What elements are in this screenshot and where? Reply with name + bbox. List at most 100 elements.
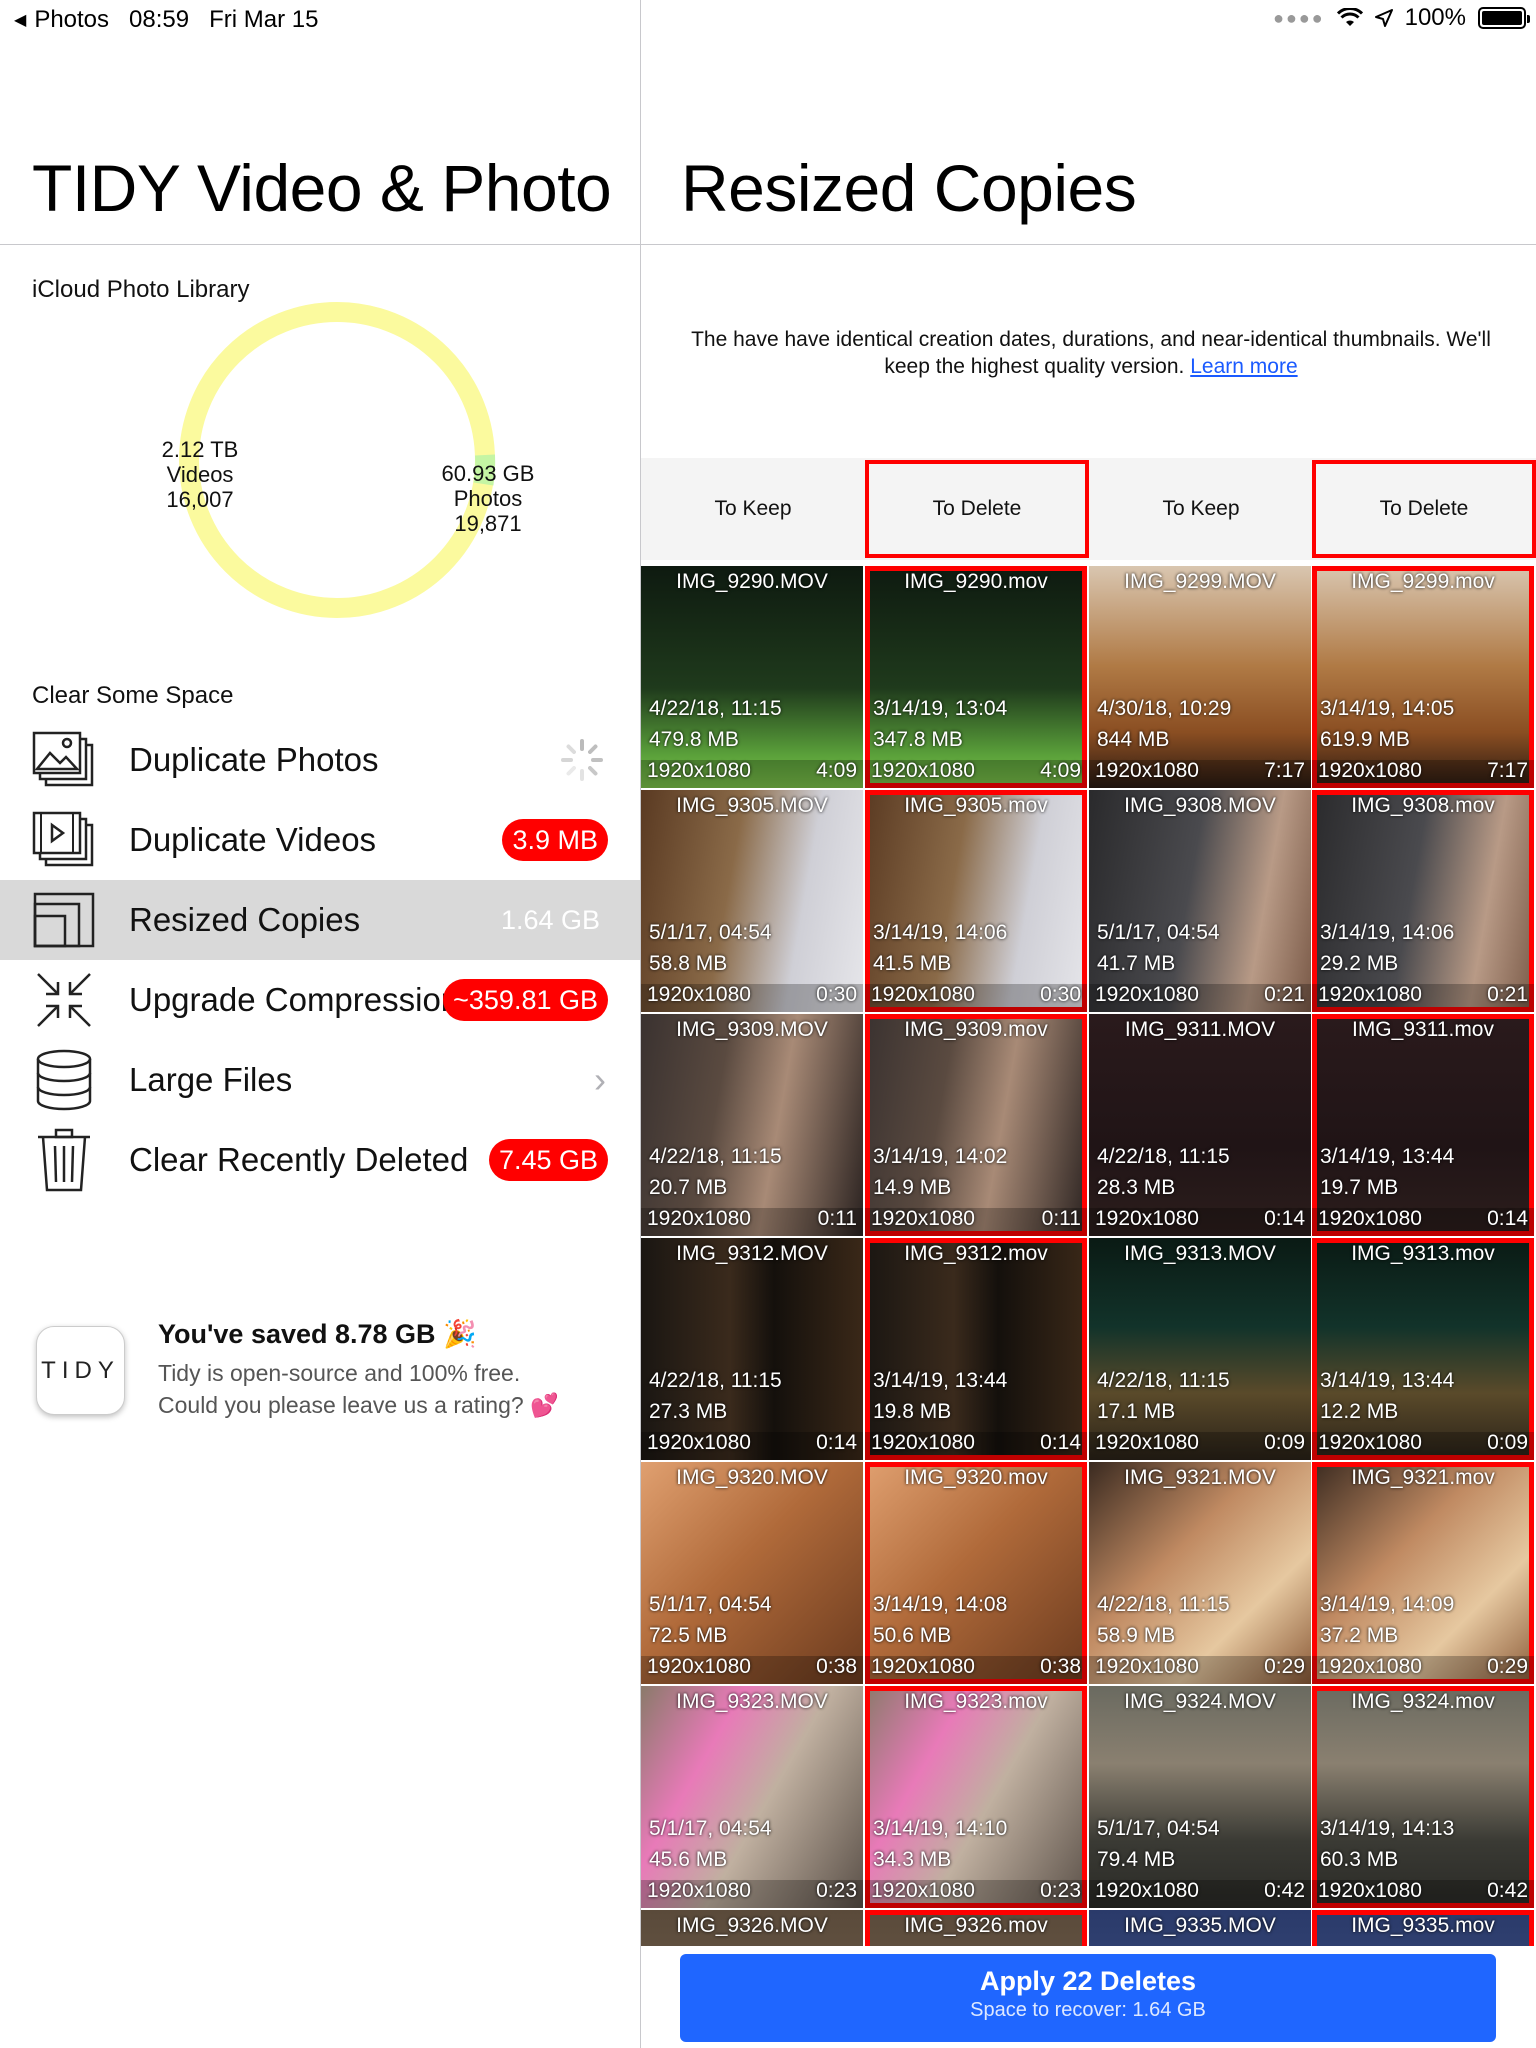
menu-duplicate-videos[interactable]: Duplicate Videos 3.9 MB <box>0 800 640 880</box>
video-thumbnail[interactable]: IMG_9311.MOV 4/22/18, 11:15 28.3 MB 1920x10… <box>1089 1014 1311 1236</box>
video-thumbnail[interactable]: IMG_9324.MOV 5/1/17, 04:54 79.4 MB 1920x108… <box>1089 1686 1311 1908</box>
video-thumbnail[interactable]: IMG_9305.mov 3/14/19, 14:06 41.5 MB 1920x10… <box>865 790 1087 1012</box>
photo-stack-icon <box>30 726 98 794</box>
video-thumbnail[interactable]: IMG_9335.mov <box>1312 1910 1534 1946</box>
saved-title[interactable]: You've saved 8.78 GB 🎉 <box>158 1318 477 1350</box>
thumbnail-resolution: 1920x1080 <box>647 983 751 1006</box>
photos-count: 19,871 <box>454 511 522 536</box>
thumbnail-resolution: 1920x1080 <box>1318 1207 1422 1230</box>
menu-duplicate-photos[interactable]: Duplicate Photos <box>0 720 640 800</box>
thumbnail-duration: 0:30 <box>816 983 857 1006</box>
learn-more-link[interactable]: Learn more <box>1190 355 1297 378</box>
thumbnail-duration: 0:09 <box>1264 1431 1305 1454</box>
thumbnail-filename: IMG_9326.MOV <box>676 1914 828 1937</box>
video-thumbnail[interactable]: IMG_9299.mov 3/14/19, 14:05 619.9 MB 1920x1… <box>1312 566 1534 788</box>
thumbnail-filename: IMG_9320.mov <box>904 1466 1048 1489</box>
menu-upgrade-compression[interactable]: Upgrade Compression ~359.81 GB <box>0 960 640 1040</box>
video-thumbnail[interactable]: IMG_9290.mov 3/14/19, 13:04 347.8 MB 1920x1… <box>865 566 1087 788</box>
video-thumbnail[interactable]: IMG_9321.MOV 4/22/18, 11:15 58.9 MB 1920x10… <box>1089 1462 1311 1684</box>
menu-upgrade-compression-label: Upgrade Compression <box>129 981 460 1018</box>
video-thumbnail[interactable]: IMG_9290.MOV 4/22/18, 11:15 479.8 MB 1920x1… <box>641 566 863 788</box>
apply-deletes-label: Apply 22 Deletes <box>979 1966 1197 1996</box>
thumbnail-filename: IMG_9299.MOV <box>1124 570 1276 593</box>
thumbnail-duration: 0:14 <box>816 1431 857 1454</box>
thumbnail-resolution: 1920x1080 <box>1318 983 1422 1006</box>
database-icon <box>30 1046 98 1114</box>
space-to-recover-prefix: Space to recover: <box>970 1999 1127 2021</box>
video-thumbnail[interactable]: IMG_9326.mov <box>865 1910 1087 1946</box>
thumbnail-date: 3/14/19, 14:10 <box>873 1817 1008 1840</box>
thumbnail-size: 58.8 MB <box>649 952 728 975</box>
menu-duplicate-videos-label: Duplicate Videos <box>129 821 377 858</box>
thumbnail-duration: 0:29 <box>1487 1655 1528 1678</box>
thumbnail-resolution: 1920x1080 <box>1095 1207 1199 1230</box>
thumbnail-date: 3/14/19, 14:06 <box>1320 921 1455 944</box>
thumbnail-date: 4/22/18, 11:15 <box>1097 1369 1230 1392</box>
thumbnail-grid[interactable]: IMG_9290.MOV 4/22/18, 11:15 479.8 MB 1920x1… <box>641 566 1536 1946</box>
thumbnail-filename: IMG_9311.MOV <box>1124 1018 1276 1041</box>
app-title: TIDY Video & Photo <box>32 151 612 225</box>
videos-count: 16,007 <box>166 487 234 512</box>
page-title: Resized Copies <box>681 151 1137 225</box>
thumbnail-duration: 0:38 <box>816 1655 857 1678</box>
video-thumbnail[interactable]: IMG_9320.MOV 5/1/17, 04:54 72.5 MB 1920x108… <box>641 1462 863 1684</box>
video-thumbnail[interactable]: IMG_9299.MOV 4/30/18, 10:29 844 MB 1920x108… <box>1089 566 1311 788</box>
video-thumbnail[interactable]: IMG_9313.mov 3/14/19, 13:44 12.2 MB 1920x10… <box>1312 1238 1534 1460</box>
video-thumbnail[interactable]: IMG_9323.MOV 5/1/17, 04:54 45.6 MB 1920x108… <box>641 1686 863 1908</box>
thumbnail-resolution: 1920x1080 <box>1318 1879 1422 1902</box>
menu-clear-recently-deleted[interactable]: Clear Recently Deleted 7.45 GB <box>0 1120 640 1200</box>
tidy-logo[interactable]: TIDY <box>36 1326 125 1415</box>
thumbnail-date: 5/1/17, 04:54 <box>649 1593 772 1616</box>
thumbnail-resolution: 1920x1080 <box>871 983 975 1006</box>
photos-legend: 60.93 GB Photos 19,871 <box>418 461 558 536</box>
video-thumbnail[interactable]: IMG_9305.MOV 5/1/17, 04:54 58.8 MB 1920x108… <box>641 790 863 1012</box>
thumbnail-duration: 0:42 <box>1264 1879 1305 1902</box>
thumbnail-size: 12.2 MB <box>1320 1400 1399 1423</box>
thumbnail-resolution: 1920x1080 <box>1095 1879 1199 1902</box>
thumbnail-resolution: 1920x1080 <box>871 1207 975 1230</box>
thumbnail-date: 3/14/19, 13:44 <box>1320 1369 1455 1392</box>
videos-label: Videos <box>166 462 234 487</box>
video-thumbnail[interactable]: IMG_9312.MOV 4/22/18, 11:15 27.3 MB 1920x10… <box>641 1238 863 1460</box>
menu-large-files[interactable]: Large Files › <box>0 1040 640 1120</box>
thumbnail-size: 41.5 MB <box>873 952 952 975</box>
video-thumbnail[interactable]: IMG_9309.mov 3/14/19, 14:02 14.9 MB 1920x10… <box>865 1014 1087 1236</box>
thumbnail-filename: IMG_9324.MOV <box>1124 1690 1276 1713</box>
video-thumbnail[interactable]: IMG_9326.MOV <box>641 1910 863 1946</box>
thumbnail-filename: IMG_9324.mov <box>1351 1690 1495 1713</box>
video-thumbnail[interactable]: IMG_9320.mov 3/14/19, 14:08 50.6 MB 1920x10… <box>865 1462 1087 1684</box>
thumbnail-size: 17.1 MB <box>1097 1400 1176 1423</box>
thumbnail-date: 5/1/17, 04:54 <box>1097 1817 1220 1840</box>
video-thumbnail[interactable]: IMG_9311.mov 3/14/19, 13:44 19.7 MB 1920x10… <box>1312 1014 1534 1236</box>
thumbnail-filename: IMG_9299.mov <box>1351 570 1495 593</box>
video-thumbnail[interactable]: IMG_9308.MOV 5/1/17, 04:54 41.7 MB 1920x108… <box>1089 790 1311 1012</box>
video-thumbnail[interactable]: IMG_9335.MOV <box>1089 1910 1311 1946</box>
thumbnail-duration: 0:23 <box>1040 1879 1081 1902</box>
video-thumbnail[interactable]: IMG_9321.mov 3/14/19, 14:09 37.2 MB 1920x10… <box>1312 1462 1534 1684</box>
thumbnail-duration: 0:14 <box>1040 1431 1081 1454</box>
thumbnail-filename: IMG_9313.mov <box>1351 1242 1495 1265</box>
thumbnail-date: 3/14/19, 14:13 <box>1320 1817 1455 1840</box>
thumbnail-filename: IMG_9335.MOV <box>1124 1914 1276 1937</box>
videos-size: 2.12 TB <box>161 437 239 462</box>
column-to-keep-1: To Keep <box>714 497 792 520</box>
video-thumbnail[interactable]: IMG_9324.mov 3/14/19, 14:13 60.3 MB 1920x10… <box>1312 1686 1534 1908</box>
thumbnail-duration: 0:14 <box>1264 1207 1305 1230</box>
apply-deletes-button[interactable]: Apply 22 Deletes Space to recover: 1.64 … <box>680 1954 1496 2042</box>
column-to-keep-2: To Keep <box>1162 497 1240 520</box>
video-thumbnail[interactable]: IMG_9309.MOV 4/22/18, 11:15 20.7 MB 1920x10… <box>641 1014 863 1236</box>
video-thumbnail[interactable]: IMG_9308.mov 3/14/19, 14:06 29.2 MB 1920x10… <box>1312 790 1534 1012</box>
thumbnail-filename: IMG_9321.mov <box>1351 1466 1495 1489</box>
description-text: The have have identical creation dates, … <box>691 328 1491 378</box>
menu-resized-copies[interactable]: Resized Copies 1.64 GB <box>0 880 640 960</box>
thumbnail-duration: 0:42 <box>1487 1879 1528 1902</box>
thumbnail-filename: IMG_9308.mov <box>1351 794 1495 817</box>
duplicate-videos-badge: 3.9 MB <box>502 819 608 861</box>
thumbnail-date: 5/1/17, 04:54 <box>649 1817 772 1840</box>
thumbnail-duration: 0:14 <box>1487 1207 1528 1230</box>
thumbnail-date: 4/22/18, 11:15 <box>1097 1145 1230 1168</box>
video-thumbnail[interactable]: IMG_9323.mov 3/14/19, 14:10 34.3 MB 1920x10… <box>865 1686 1087 1908</box>
video-thumbnail[interactable]: IMG_9313.MOV 4/22/18, 11:15 17.1 MB 1920x10… <box>1089 1238 1311 1460</box>
storage-donut-chart: 2.12 TB Videos 16,007 60.93 GB Photos 19… <box>30 300 630 640</box>
video-thumbnail[interactable]: IMG_9312.mov 3/14/19, 13:44 19.8 MB 1920x10… <box>865 1238 1087 1460</box>
